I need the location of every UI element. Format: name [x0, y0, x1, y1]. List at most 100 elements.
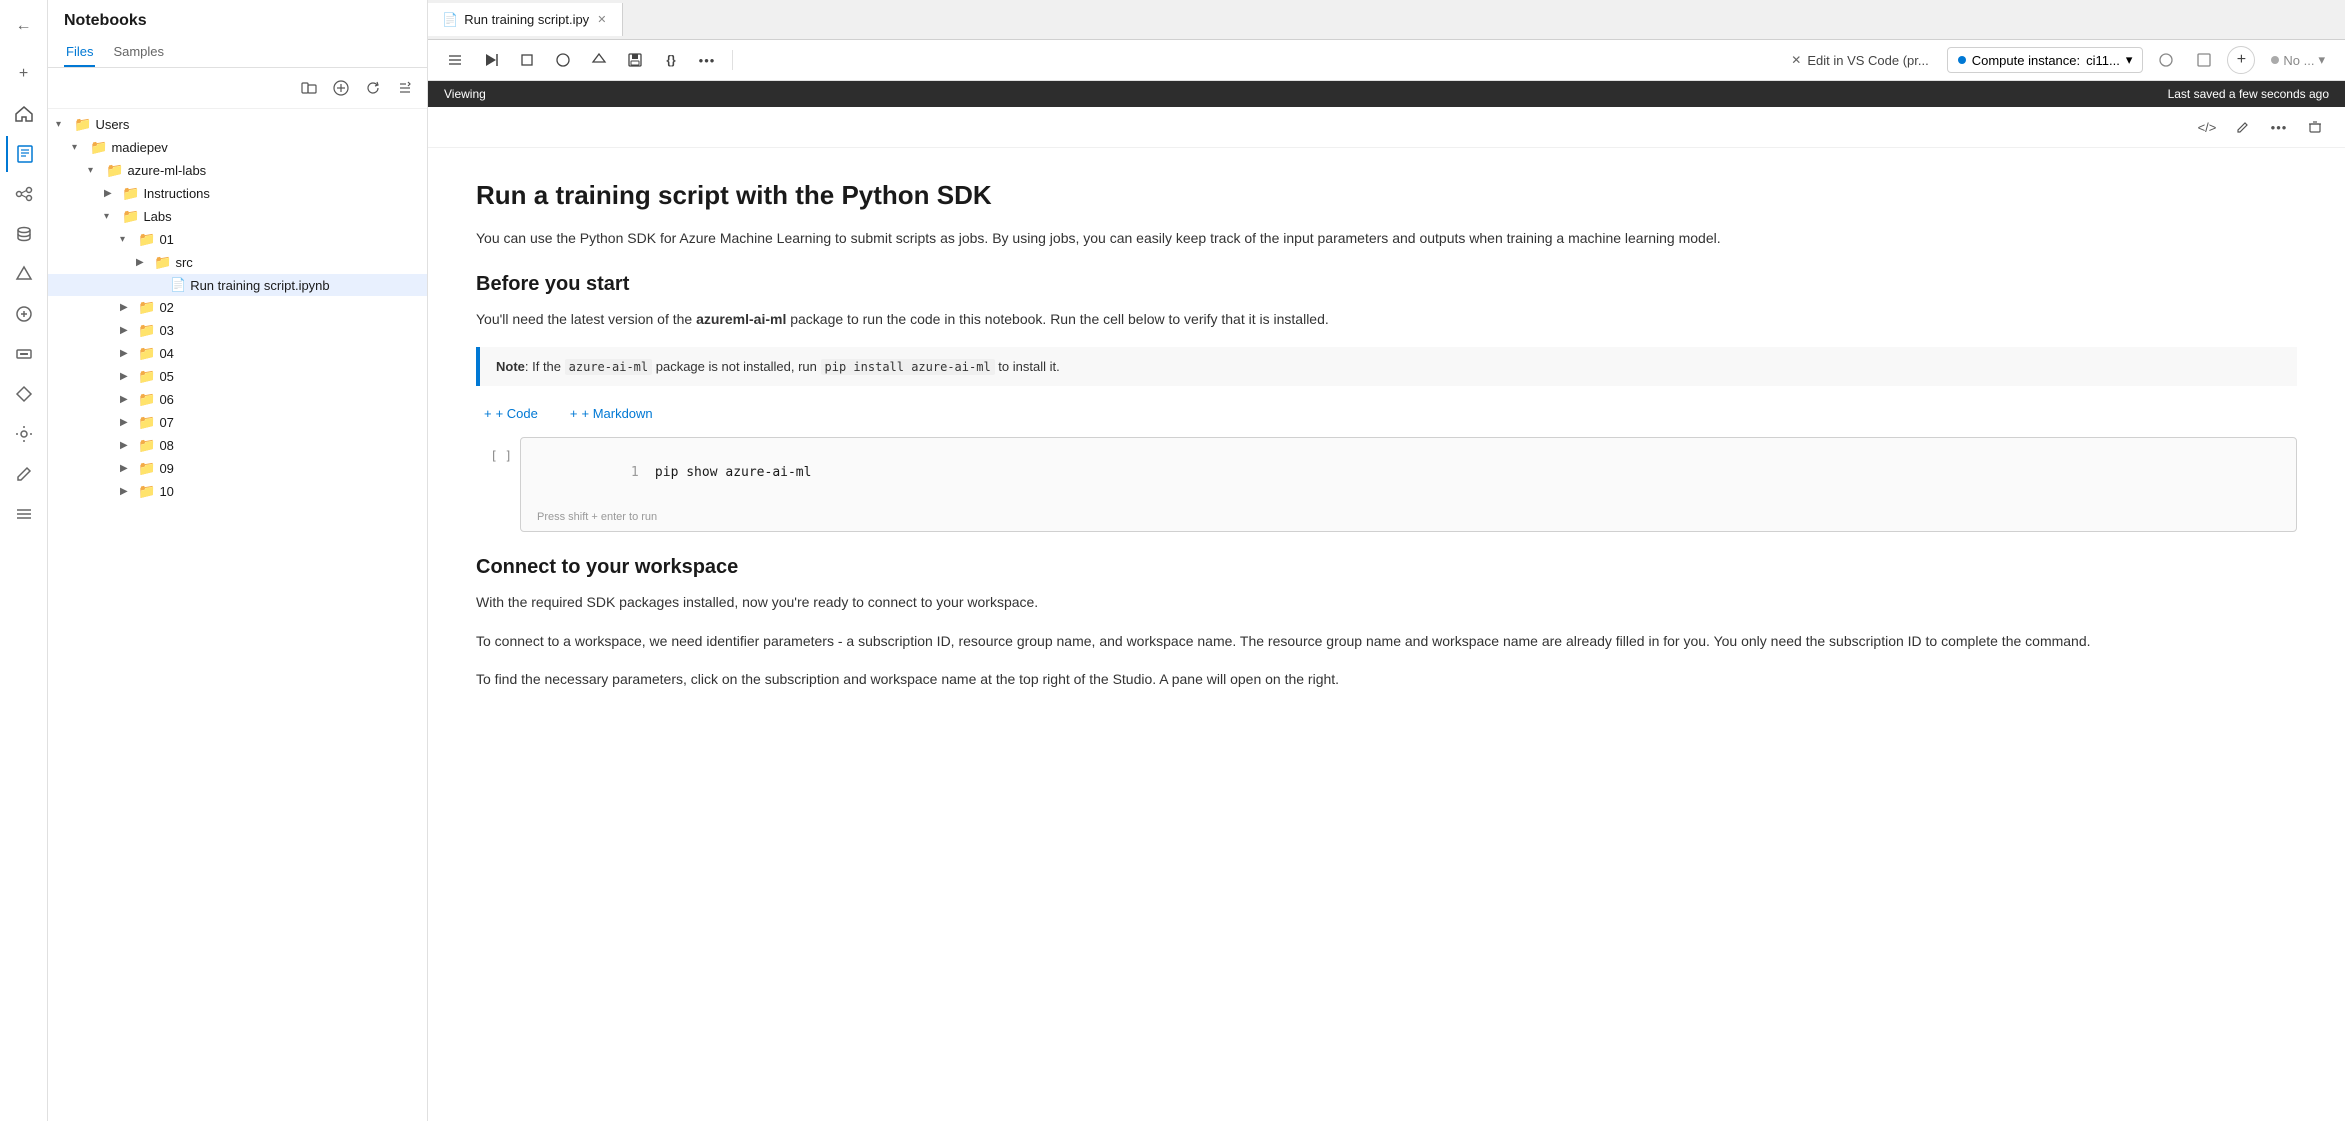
home-button[interactable]: [6, 96, 42, 132]
cell-more-button[interactable]: •••: [2265, 113, 2293, 141]
notebook-title: Run a training script with the Python SD…: [476, 180, 2297, 211]
file-toolbar: [48, 68, 427, 109]
run-all-button[interactable]: [476, 46, 506, 74]
code-line-1: 1: [631, 465, 655, 480]
cell-code-button[interactable]: </>: [2193, 113, 2221, 141]
model-button[interactable]: [6, 256, 42, 292]
add-markdown-button[interactable]: + + Markdown: [562, 402, 661, 425]
notebook-tab[interactable]: 📄 Run training script.ipy ✕: [428, 3, 623, 36]
tree-item-08[interactable]: ▶ 📁 08: [48, 434, 427, 457]
note-label: Note: [496, 359, 525, 374]
tree-item-02[interactable]: ▶ 📁 02: [48, 296, 427, 319]
compute-button[interactable]: [6, 336, 42, 372]
toolbar-separator: [732, 50, 733, 70]
cell-delete-button[interactable]: [2301, 113, 2329, 141]
chevron-02: ▶: [120, 302, 134, 313]
notebook-button[interactable]: [6, 136, 42, 172]
save-status: Last saved a few seconds ago: [2168, 87, 2329, 101]
save-button[interactable]: [620, 46, 650, 74]
refresh-button[interactable]: [359, 74, 387, 102]
collapse-button[interactable]: [391, 74, 419, 102]
file-explorer-button[interactable]: [295, 74, 323, 102]
connect-workspace-para1: With the required SDK packages installed…: [476, 591, 2297, 613]
code-cell-wrapper: [ ] 1pip show azure-ai-ml Press shift + …: [476, 437, 2297, 532]
tree-label-instructions: Instructions: [143, 186, 209, 201]
more-options-button[interactable]: •••: [692, 46, 722, 74]
back-button[interactable]: ←: [6, 8, 42, 44]
folder-icon-labs: 📁: [122, 208, 139, 225]
edit-vscode-label: Edit in VS Code (pr...: [1807, 53, 1928, 68]
labeling-button[interactable]: [6, 376, 42, 412]
code-hint: Press shift + enter to run: [521, 507, 2296, 531]
menu-toolbar-button[interactable]: [440, 46, 470, 74]
kernel-chevron: ▾: [2318, 52, 2325, 68]
interrupt-button[interactable]: [548, 46, 578, 74]
connect-workspace-heading: Connect to your workspace: [476, 556, 2297, 579]
code-cell[interactable]: 1pip show azure-ai-ml Press shift + ente…: [520, 437, 2297, 532]
clear-button[interactable]: [584, 46, 614, 74]
folder-icon-01: 📁: [138, 231, 155, 248]
tree-item-04[interactable]: ▶ 📁 04: [48, 342, 427, 365]
before-you-start-para: You'll need the latest version of the az…: [476, 308, 2297, 330]
tree-item-azure-ml-labs[interactable]: ▾ 📁 azure-ml-labs: [48, 159, 427, 182]
stop-button[interactable]: [512, 46, 542, 74]
tree-item-01[interactable]: ▾ 📁 01: [48, 228, 427, 251]
tree-label-04: 04: [159, 346, 173, 361]
endpoint-button[interactable]: [6, 296, 42, 332]
add-file-button[interactable]: [327, 74, 355, 102]
kernel-select-button[interactable]: [2189, 46, 2219, 74]
code-cell-content: 1pip show azure-ai-ml: [521, 438, 2296, 507]
folder-icon-04: 📁: [138, 345, 155, 362]
tree-item-09[interactable]: ▶ 📁 09: [48, 457, 427, 480]
tree-item-src[interactable]: ▶ 📁 src: [48, 251, 427, 274]
tab-files[interactable]: Files: [64, 38, 95, 67]
tree-label-08: 08: [159, 438, 173, 453]
tree-item-labs[interactable]: ▾ 📁 Labs: [48, 205, 427, 228]
note-package: azure-ai-ml: [565, 359, 652, 375]
notebook-content: </> ••• Run a training script with the P…: [428, 107, 2345, 1121]
chevron-03: ▶: [120, 325, 134, 336]
cell-run-indicator: [ ]: [476, 437, 512, 463]
tab-close-button[interactable]: ✕: [595, 11, 608, 28]
code-format-button[interactable]: {}: [656, 46, 686, 74]
tree-item-10[interactable]: ▶ 📁 10: [48, 480, 427, 503]
add-markdown-plus-icon: +: [570, 406, 578, 421]
tab-samples[interactable]: Samples: [111, 38, 166, 67]
tree-item-users[interactable]: ▾ 📁 Users: [48, 113, 427, 136]
tree-item-madiepev[interactable]: ▾ 📁 madiepev: [48, 136, 427, 159]
note-text-3: to install it.: [995, 359, 1060, 374]
chevron-down-icon: ▾: [2126, 52, 2133, 68]
add-code-label: + Code: [496, 406, 538, 421]
cell-edit-button[interactable]: [2229, 113, 2257, 141]
add-code-button[interactable]: + + Code: [476, 402, 546, 425]
tab-icon: 📄: [442, 12, 458, 28]
kernel-stop-button[interactable]: [2151, 46, 2181, 74]
main-area: 📄 Run training script.ipy ✕ {} •••: [428, 0, 2345, 1121]
tree-item-03[interactable]: ▶ 📁 03: [48, 319, 427, 342]
tree-item-notebook[interactable]: ▶ 📄 Run training script.ipynb: [48, 274, 427, 296]
folder-icon-src: 📁: [154, 254, 171, 271]
tree-item-06[interactable]: ▶ 📁 06: [48, 388, 427, 411]
annotate-button[interactable]: [6, 456, 42, 492]
data-button[interactable]: [6, 216, 42, 252]
folder-icon-10: 📁: [138, 483, 155, 500]
chevron-04: ▶: [120, 348, 134, 359]
folder-icon-03: 📁: [138, 322, 155, 339]
kernel-status[interactable]: No ... ▾: [2263, 48, 2333, 72]
add-kernel-button[interactable]: +: [2227, 46, 2255, 74]
folder-icon-02: 📁: [138, 299, 155, 316]
edit-vscode-button[interactable]: ✕ Edit in VS Code (pr...: [1781, 49, 1938, 72]
compute-selector[interactable]: Compute instance: ci11... ▾: [1947, 47, 2144, 73]
pipeline-button[interactable]: [6, 176, 42, 212]
cell-toolbar: </> •••: [428, 107, 2345, 148]
file-panel: Notebooks Files Samples ▾ 📁 Users ▾ 📁 ma…: [48, 0, 428, 1121]
tree-item-instructions[interactable]: ▶ 📁 Instructions: [48, 182, 427, 205]
tree-item-05[interactable]: ▶ 📁 05: [48, 365, 427, 388]
add-button[interactable]: +: [6, 56, 42, 92]
chevron-06: ▶: [120, 394, 134, 405]
vscode-x-icon: ✕: [1791, 53, 1801, 67]
custom-button[interactable]: [6, 416, 42, 452]
tree-item-07[interactable]: ▶ 📁 07: [48, 411, 427, 434]
chevron-10: ▶: [120, 486, 134, 497]
menu-button[interactable]: [6, 496, 42, 532]
